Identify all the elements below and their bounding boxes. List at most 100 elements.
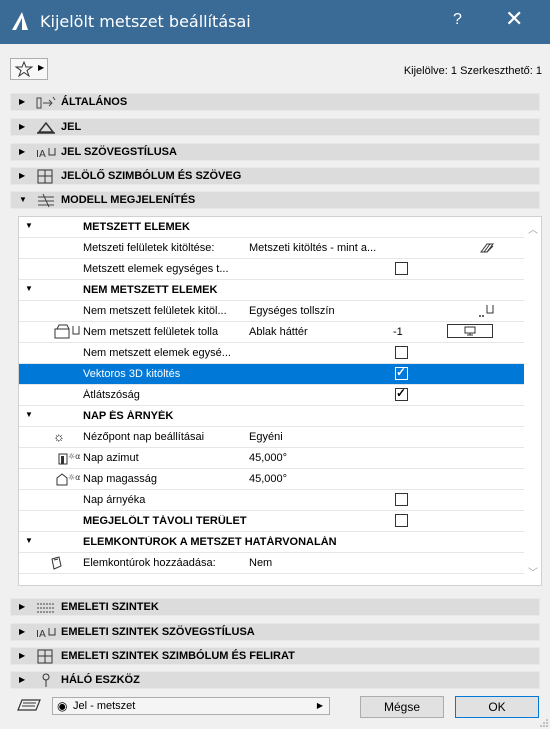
scroll-up-icon[interactable]: ︿ <box>528 221 538 236</box>
sun-azimuth-icon: ☼α <box>58 452 80 465</box>
help-button[interactable]: ? <box>453 11 462 29</box>
background-color-swatch[interactable] <box>447 324 493 338</box>
group-elemkonturok[interactable]: ▼ ELEMKONTÚROK A METSZET HATÁRVONALÁN <box>19 532 524 553</box>
tree-row[interactable]: Metszeti felületek kitöltése: Metszeti k… <box>19 238 524 259</box>
title-bar: Kijelölt metszet beállításai ? ✕ <box>0 0 550 44</box>
row-name: Metszett elemek egységes t... <box>83 263 229 275</box>
expand-arrow-icon: ▶ <box>19 602 26 611</box>
model-display-icon <box>38 193 54 208</box>
expand-arrow-icon: ▶ <box>19 147 26 156</box>
pen-and-printer-icon <box>54 324 80 339</box>
text-style-icon: IA <box>36 148 56 160</box>
panel-label: EMELETI SZINTEK SZIMBÓLUM ÉS FELIRAT <box>61 650 295 662</box>
tree-row[interactable]: Nem metszett felületek tolla Ablak hátté… <box>19 322 524 343</box>
eye-icon: ◉ <box>57 699 68 713</box>
archicad-logo-icon <box>12 12 28 30</box>
panel-jel-szovegstilusa[interactable]: ▶ IA JEL SZÖVEGSTÍLUSA <box>10 143 540 161</box>
resize-grip-icon[interactable] <box>540 719 548 727</box>
sun-altitude-icon: ☼α <box>56 473 80 486</box>
tree-row[interactable]: Nap árnyéka <box>19 490 524 511</box>
panel-label: EMELETI SZINTEK <box>61 601 159 613</box>
checkbox-checked[interactable] <box>395 365 408 380</box>
window-title: Kijelölt metszet beállításai <box>40 12 251 31</box>
tree-row[interactable]: Elemkontúrok hozzáadása: Nem <box>19 553 524 574</box>
panel-label: ÁLTALÁNOS <box>61 96 128 108</box>
chevron-right-icon: ▶ <box>316 701 323 710</box>
layer-icon <box>17 699 41 711</box>
expand-arrow-icon: ▶ <box>19 651 26 660</box>
group-nem-metszett-elemek[interactable]: ▼ NEM METSZETT ELEMEK <box>19 280 524 301</box>
expand-arrow-icon: ▶ <box>19 122 26 131</box>
row-name: Nap magasság <box>83 473 157 485</box>
row-name: Átlátszóság <box>83 389 140 401</box>
checkbox[interactable] <box>395 346 408 359</box>
panel-halo-eszkoz[interactable]: ▶ HÁLÓ ESZKÖZ <box>10 671 540 689</box>
row-value[interactable]: 45,000° <box>249 473 399 485</box>
row-name: Nézőpont nap beállításai <box>83 431 205 443</box>
story-levels-icon <box>37 603 55 613</box>
row-value[interactable]: Ablak háttér <box>249 326 399 338</box>
cancel-button[interactable]: Mégse <box>360 696 444 718</box>
panel-label: JEL SZÖVEGSTÍLUSA <box>61 146 177 158</box>
panel-emeleti-szintek[interactable]: ▶ EMELETI SZINTEK <box>10 598 540 616</box>
panel-jelolo-szimbolum[interactable]: ▶ JELÖLŐ SZIMBÓLUM ÉS SZÖVEG <box>10 167 540 185</box>
tree-row[interactable]: Metszett elemek egységes t... <box>19 259 524 280</box>
checkbox[interactable] <box>395 262 408 275</box>
marker-symbol-icon <box>37 649 53 664</box>
tree-row[interactable]: Nem metszett felületek kitöl... Egységes… <box>19 301 524 322</box>
row-value[interactable]: Nem <box>249 557 399 569</box>
panel-altalanos[interactable]: ▶ ÁLTALÁNOS <box>10 93 540 111</box>
row-value[interactable]: Metszeti kitöltés - mint a... <box>249 242 399 254</box>
group-megjelolt-tavoli-terulet[interactable]: MEGJELÖLT TÁVOLI TERÜLET <box>19 511 524 532</box>
group-title: NAP ÉS ÁRNYÉK <box>83 410 174 422</box>
element-contour-icon <box>51 556 62 570</box>
group-metszett-elemek[interactable]: ▼ METSZETT ELEMEK <box>19 217 524 238</box>
panel-jel[interactable]: ▶ JEL <box>10 118 540 136</box>
row-name: Metszeti felületek kitöltése: <box>83 242 215 254</box>
panel-label: JELÖLŐ SZIMBÓLUM ÉS SZÖVEG <box>61 170 242 182</box>
panel-emeleti-szintek-szovegstilusa[interactable]: ▶ IA EMELETI SZINTEK SZÖVEGSTÍLUSA <box>10 623 540 641</box>
chevron-right-icon: ▶ <box>38 63 45 72</box>
fill-pattern-icon <box>480 243 494 253</box>
expand-arrow-icon: ▶ <box>19 675 26 684</box>
marker-symbol-icon <box>37 169 53 184</box>
group-title: ELEMKONTÚROK A METSZET HATÁRVONALÁN <box>83 536 337 548</box>
panel-modell-megjelenites[interactable]: ▼ MODELL MEGJELENÍTÉS <box>10 191 540 209</box>
layer-select[interactable]: ◉ Jel - metszet ▶ <box>52 697 330 715</box>
expand-arrow-icon: ▶ <box>19 171 26 180</box>
checkbox-checked[interactable] <box>395 386 408 401</box>
group-title: MEGJELÖLT TÁVOLI TERÜLET <box>83 515 247 527</box>
scrollbar[interactable]: ︿ ﹀ <box>525 217 541 585</box>
tree-row[interactable]: Nem metszett elemek egysé... <box>19 343 524 364</box>
pen-number[interactable]: -1 <box>393 326 403 338</box>
row-value[interactable]: Egységes tollszín <box>249 305 399 317</box>
selection-info: Kijelölve: 1 Szerkeszthető: 1 <box>403 65 542 77</box>
group-nap-es-arnyek[interactable]: ▼ NAP ÉS ÁRNYÉK <box>19 406 524 427</box>
tree-row[interactable]: ☼ Nézőpont nap beállításai Egyéni <box>19 427 524 448</box>
panel-label: JEL <box>61 121 82 133</box>
row-value[interactable]: 45,000° <box>249 452 399 464</box>
svg-text:☼α: ☼α <box>68 473 80 482</box>
expand-arrow-icon: ▶ <box>19 627 26 636</box>
monitor-icon <box>464 326 476 336</box>
tree-row[interactable]: ☼α Nap magasság 45,000° <box>19 469 524 490</box>
checkbox[interactable] <box>395 493 408 506</box>
favorites-button[interactable]: ▶ <box>10 58 48 80</box>
tree-row-selected[interactable]: Vektoros 3D kitöltés <box>19 364 524 385</box>
panel-emeleti-szintek-szimbolum[interactable]: ▶ EMELETI SZINTEK SZIMBÓLUM ÉS FELIRAT <box>10 647 540 665</box>
row-name: Nem metszett elemek egysé... <box>83 347 231 359</box>
row-value[interactable]: Egyéni <box>249 431 399 443</box>
close-button[interactable]: ✕ <box>505 6 523 32</box>
svg-text:☼α: ☼α <box>68 452 80 461</box>
checkbox[interactable] <box>395 514 408 527</box>
svg-text:IA: IA <box>36 149 46 160</box>
tree-row[interactable]: Átlátszóság <box>19 385 524 406</box>
layer-value: Jel - metszet <box>73 700 136 712</box>
expand-arrow-icon: ▶ <box>19 97 26 106</box>
tree-row[interactable]: ☼α Nap azimut 45,000° <box>19 448 524 469</box>
ok-button[interactable]: OK <box>455 696 539 718</box>
panel-label: HÁLÓ ESZKÖZ <box>61 674 140 686</box>
section-marker-icon <box>37 121 55 134</box>
scroll-down-icon[interactable]: ﹀ <box>528 564 538 579</box>
model-display-tree[interactable]: ▼ METSZETT ELEMEK Metszeti felületek kit… <box>18 216 542 586</box>
